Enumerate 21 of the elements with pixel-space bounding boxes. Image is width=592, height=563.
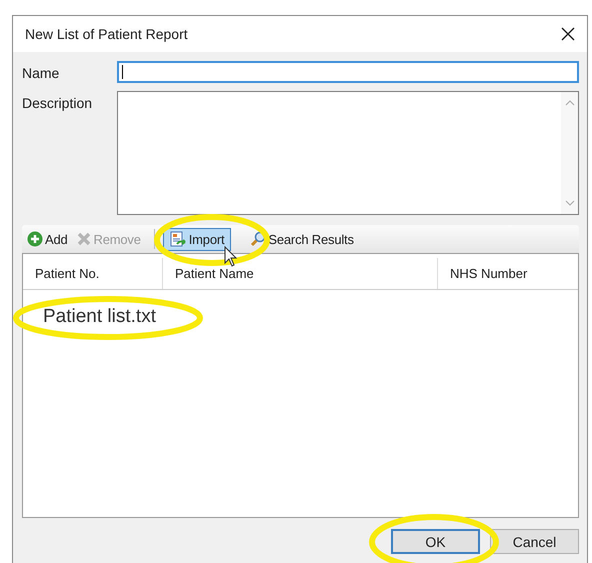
scroll-up-icon[interactable] bbox=[564, 100, 574, 106]
field-label: Description bbox=[22, 94, 94, 113]
input-field[interactable] bbox=[117, 61, 579, 83]
dialog-button[interactable]: OK bbox=[391, 529, 480, 554]
annotation-text: Patient list.txt bbox=[43, 306, 156, 327]
search-button[interactable]: Search Results bbox=[247, 228, 357, 250]
column-header[interactable]: Patient No. bbox=[23, 258, 163, 289]
dialog-button[interactable]: Cancel bbox=[490, 529, 579, 554]
close-icon[interactable] bbox=[561, 27, 575, 41]
cross-icon bbox=[76, 231, 92, 247]
column-header[interactable]: NHS Number bbox=[438, 258, 578, 289]
scroll-down-icon[interactable] bbox=[564, 200, 574, 206]
text-area[interactable] bbox=[117, 91, 579, 215]
document-arrow-icon bbox=[170, 230, 187, 248]
import-button[interactable]: Import bbox=[162, 228, 232, 250]
magnifier-icon bbox=[250, 231, 266, 247]
plus-icon bbox=[27, 231, 43, 247]
add-button[interactable]: Add bbox=[24, 228, 71, 250]
field-label: Name bbox=[22, 64, 60, 83]
window-title: New List of Patient Report bbox=[25, 26, 188, 42]
scrollbar[interactable] bbox=[561, 92, 578, 214]
